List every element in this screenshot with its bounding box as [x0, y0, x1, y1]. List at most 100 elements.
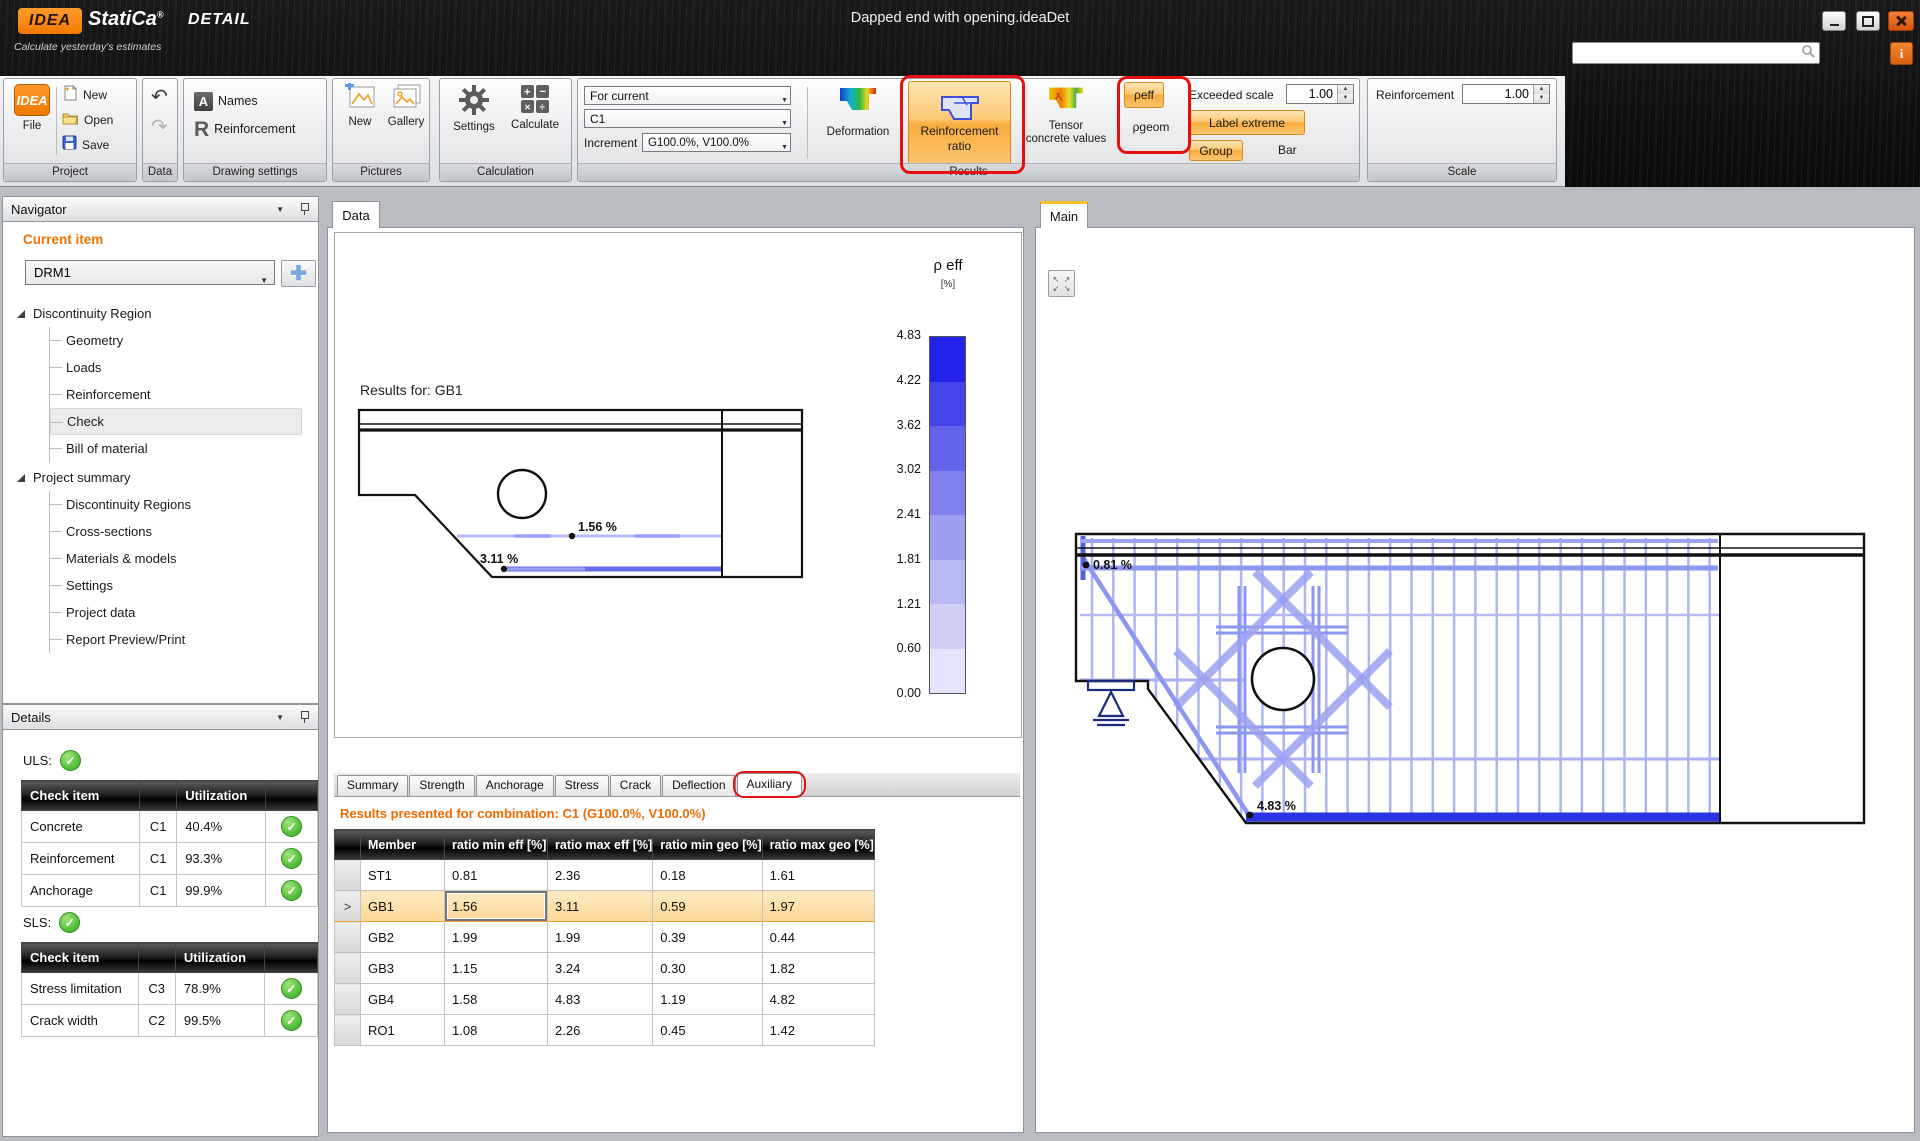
tab-auxiliary[interactable]: Auxiliary — [737, 773, 802, 796]
maximize-button[interactable] — [1856, 11, 1880, 31]
results-scope-combo[interactable]: For current▼ — [584, 86, 791, 105]
spin-up-icon[interactable]: ▲ — [1534, 85, 1549, 94]
row-selector-cell[interactable] — [335, 984, 361, 1015]
redo-button[interactable]: ↷ — [151, 117, 168, 137]
column-header[interactable]: ratio min eff [%] — [445, 830, 548, 860]
tab-main[interactable]: Main — [1040, 201, 1088, 228]
file-button[interactable]: IDEA File — [12, 84, 52, 154]
tree-root-project-summary[interactable]: Project summary — [13, 464, 312, 491]
table-row-st1[interactable]: ST10.812.360.181.61 — [335, 860, 875, 891]
spin-down-icon[interactable]: ▼ — [1534, 94, 1549, 103]
sidebar-item-reinforcement[interactable]: Reinforcement — [50, 381, 302, 408]
new-project-button[interactable]: ✶ New — [62, 86, 107, 104]
table-row-ro1[interactable]: RO11.082.260.451.42 — [335, 1015, 875, 1046]
table-row[interactable]: Stress limitationC378.9%✓ — [22, 973, 318, 1005]
sidebar-item-check[interactable]: Check — [50, 408, 302, 435]
tab-crack[interactable]: Crack — [610, 775, 661, 796]
table-row[interactable]: ConcreteC140.4%✓ — [22, 811, 318, 843]
tree-expander-icon[interactable] — [17, 310, 25, 318]
tree-children: GeometryLoadsReinforcementCheckBill of m… — [49, 327, 312, 462]
sidebar-item-loads[interactable]: Loads — [50, 354, 302, 381]
tab-anchorage[interactable]: Anchorage — [476, 775, 554, 796]
maximize-icon — [1862, 16, 1874, 27]
combination-cell: C1 — [140, 875, 177, 907]
table-row-gb2[interactable]: GB21.991.990.390.44 — [335, 922, 875, 953]
ratio-cell: 3.24 — [548, 953, 653, 984]
row-selector-cell[interactable] — [335, 953, 361, 984]
row-selector-cell[interactable] — [335, 860, 361, 891]
close-button[interactable] — [1888, 11, 1914, 31]
table-row-gb3[interactable]: GB31.153.240.301.82 — [335, 953, 875, 984]
minimize-icon — [1830, 24, 1839, 26]
increment-combo[interactable]: G100.0%, V100.0%▼ — [642, 133, 791, 152]
calculate-button[interactable]: +− ×÷ Calculate — [504, 84, 566, 132]
sidebar-item-materials-models[interactable]: Materials & models — [50, 545, 302, 572]
reinforcement-ratio-button[interactable]: Reinforcement ratio — [908, 81, 1011, 165]
spin-up-icon[interactable]: ▲ — [1338, 85, 1353, 94]
info-button[interactable]: i — [1890, 42, 1913, 65]
picture-new-button[interactable]: New — [338, 83, 382, 129]
exceeded-scale-spinner[interactable]: 1.00 ▲▼ — [1286, 84, 1354, 104]
undo-button[interactable]: ↶ — [151, 87, 168, 107]
table-row[interactable]: ReinforcementC193.3%✓ — [22, 843, 318, 875]
deformation-button[interactable]: Deformation — [818, 82, 898, 139]
names-toggle[interactable]: A Names — [194, 92, 258, 110]
panel-menu-icon[interactable]: ▼ — [276, 205, 284, 214]
rho-eff-button[interactable]: ρeff — [1124, 82, 1164, 108]
reinforcement-drawing-toggle[interactable]: R Reinforcement — [194, 120, 295, 138]
column-header[interactable]: ratio min geo [%] — [653, 830, 762, 860]
table-row-gb4[interactable]: GB41.584.831.194.82 — [335, 984, 875, 1015]
add-item-button[interactable]: ✚ — [281, 260, 316, 287]
row-selector-cell[interactable] — [335, 922, 361, 953]
current-item-combo[interactable]: DRM1▼ — [25, 260, 275, 285]
sidebar-item-geometry[interactable]: Geometry — [50, 327, 302, 354]
increment-label: Increment — [584, 136, 637, 150]
pin-icon[interactable] — [298, 202, 310, 216]
group-button[interactable]: Group — [1189, 140, 1243, 161]
pin-icon[interactable] — [298, 710, 310, 724]
tree-expander-icon[interactable] — [17, 474, 25, 482]
sidebar-item-bill-of-material[interactable]: Bill of material — [50, 435, 302, 462]
sidebar-item-project-data[interactable]: Project data — [50, 599, 302, 626]
sidebar-item-settings[interactable]: Settings — [50, 572, 302, 599]
zoom-to-fit-button[interactable]: ↖↗ ↙↘ — [1048, 270, 1075, 297]
sidebar-item-discontinuity-regions[interactable]: Discontinuity Regions — [50, 491, 302, 518]
row-selector-cell[interactable] — [335, 1015, 361, 1046]
tree-root-discontinuity-region[interactable]: Discontinuity Region — [13, 300, 312, 327]
fit-arrows-icon: ↙ — [1051, 284, 1062, 293]
column-header[interactable]: ratio max eff [%] — [548, 830, 653, 860]
ratio-cell: 1.61 — [762, 860, 874, 891]
picture-gallery-button[interactable]: Gallery — [384, 83, 428, 129]
legend-tick-label: 4.83 — [877, 328, 921, 342]
sidebar-item-cross-sections[interactable]: Cross-sections — [50, 518, 302, 545]
tab-data[interactable]: Data — [332, 201, 380, 228]
row-selector-cell[interactable]: > — [335, 891, 361, 922]
combination-combo[interactable]: C1▼ — [584, 109, 791, 128]
sidebar-item-report-preview-print[interactable]: Report Preview/Print — [50, 626, 302, 653]
fit-arrows-icon: ↗ — [1062, 275, 1073, 284]
column-header[interactable]: ratio max geo [%] — [762, 830, 874, 860]
label-extreme-button[interactable]: Label extreme — [1189, 110, 1305, 135]
minimize-button[interactable] — [1822, 11, 1846, 31]
tab-stress[interactable]: Stress — [555, 775, 609, 796]
tab-strength[interactable]: Strength — [409, 775, 474, 796]
panel-menu-icon[interactable]: ▼ — [276, 713, 284, 722]
table-row[interactable]: AnchorageC199.9%✓ — [22, 875, 318, 907]
data-panel: Data Results for: GB1 1.56 % — [324, 196, 1027, 1137]
tab-summary[interactable]: Summary — [337, 775, 408, 796]
open-project-button[interactable]: Open — [62, 111, 113, 129]
reinforcement-scale-spinner[interactable]: 1.00 ▲▼ — [1462, 84, 1550, 104]
table-row[interactable]: Crack widthC299.5%✓ — [22, 1005, 318, 1037]
search-input[interactable] — [1573, 45, 1801, 61]
save-button[interactable]: Save — [62, 136, 109, 154]
data-result-canvas[interactable]: Results for: GB1 1.56 % 3.11 % ρ eff — [334, 232, 1022, 738]
rho-geom-button[interactable]: ρgeom — [1124, 114, 1178, 140]
main-beam-drawing[interactable]: 0.81 % 4.83 % — [1036, 228, 1914, 1132]
table-row-gb1[interactable]: >GB11.563.110.591.97 — [335, 891, 875, 922]
tab-deflection[interactable]: Deflection — [662, 775, 735, 796]
column-header[interactable]: Member — [361, 830, 445, 860]
settings-button[interactable]: Settings — [446, 84, 502, 134]
spin-down-icon[interactable]: ▼ — [1338, 94, 1353, 103]
tensor-concrete-values-button[interactable]: Tensor concrete values — [1021, 82, 1111, 146]
column-header[interactable] — [335, 830, 361, 860]
